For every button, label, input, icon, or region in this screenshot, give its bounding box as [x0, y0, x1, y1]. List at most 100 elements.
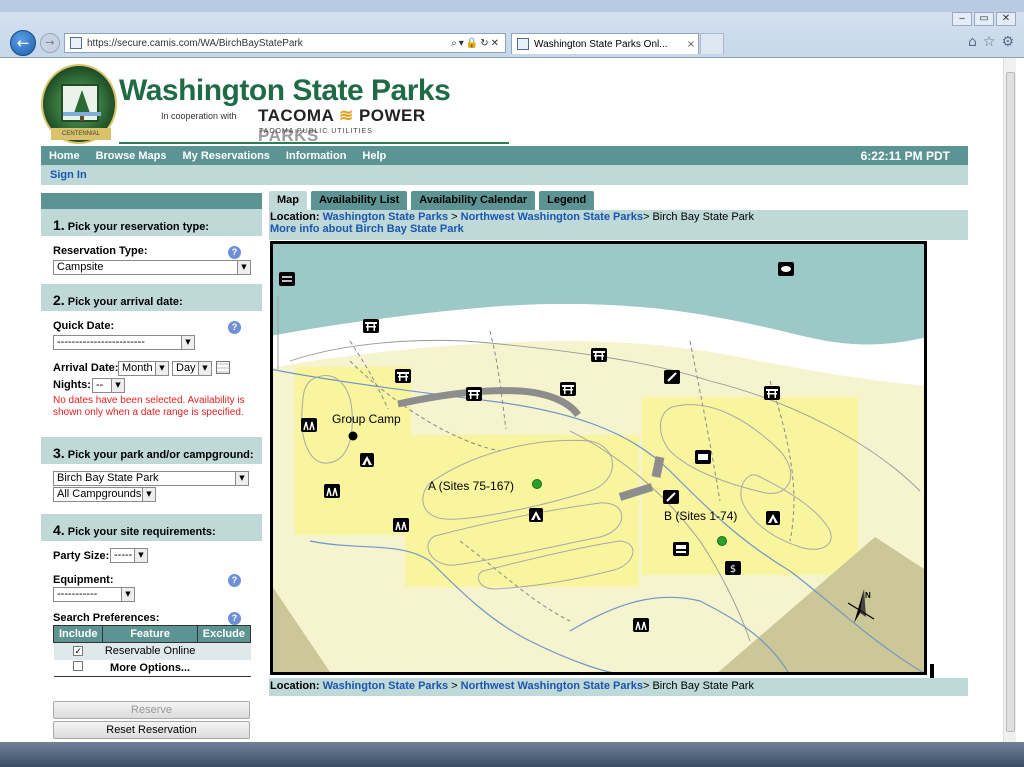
help-icon[interactable]: ? [228, 574, 241, 587]
feature-cell: Reservable Online [104, 645, 196, 658]
help-icon[interactable]: ? [228, 612, 241, 625]
quick-date-value: ------------------------ [57, 336, 145, 348]
tent-icon[interactable] [766, 511, 780, 525]
no-dates-message: No dates have been selected. Availabilit… [53, 395, 245, 418]
restroom-icon[interactable] [392, 517, 410, 533]
arrow-right-icon: → [45, 36, 55, 49]
tent-icon[interactable] [529, 508, 543, 522]
home-icon[interactable]: ⌂ [968, 34, 977, 50]
restroom-icon[interactable] [323, 483, 341, 499]
picnic-table-icon[interactable] [466, 387, 482, 401]
picnic-shelter-icon[interactable] [395, 369, 411, 383]
tab-legend[interactable]: Legend [539, 191, 595, 210]
tab-map[interactable]: Map [269, 191, 307, 210]
address-bar[interactable]: https://secure.camis.com/WA/BirchBayStat… [64, 33, 506, 53]
tent-icon[interactable] [360, 453, 374, 467]
maximize-button[interactable]: ▭ [974, 12, 994, 26]
rv-hookup-icon[interactable] [695, 450, 711, 464]
restroom-icon[interactable] [632, 617, 650, 633]
picnic-table-icon[interactable] [764, 386, 780, 400]
park-select[interactable]: Birch Bay State Park ▼ [53, 471, 249, 486]
reservation-type-select[interactable]: Campsite ▼ [53, 260, 251, 275]
more-options-link[interactable]: More Options... [103, 660, 197, 677]
restroom-icon[interactable] [300, 417, 318, 433]
trailhead-icon[interactable] [664, 370, 680, 384]
tab-close-icon[interactable]: × [684, 39, 698, 50]
quick-date-select[interactable]: ------------------------ ▼ [53, 335, 195, 350]
crumb-northwest-parks[interactable]: Northwest Washington State Parks [461, 680, 643, 692]
nav-home[interactable]: Home [41, 150, 88, 162]
chevron-down-icon: ▼ [235, 472, 248, 485]
picnic-table-icon[interactable] [591, 348, 607, 362]
calendar-icon[interactable] [216, 361, 230, 374]
nav-help[interactable]: Help [354, 150, 394, 162]
equipment-value: ----------- [57, 588, 98, 600]
quick-date-label: Quick Date: [53, 320, 115, 332]
party-size-label: Party Size: [53, 550, 110, 562]
nights-select[interactable]: -- ▼ [92, 378, 125, 393]
nights-label: Nights: [53, 379, 91, 391]
tpu-text: TACOMA PUBLIC UTILITIES [259, 128, 373, 135]
equipment-select[interactable]: ----------- ▼ [53, 587, 135, 602]
group-camp-marker[interactable] [348, 431, 358, 441]
crumb-washington-state-parks[interactable]: Washington State Parks [323, 211, 449, 223]
site-header: CENTENNIAL Washington State Parks In coo… [41, 62, 509, 146]
trailhead-icon[interactable] [663, 490, 679, 504]
scrollbar-thumb[interactable] [1006, 72, 1015, 732]
sign-in-link[interactable]: Sign In [50, 169, 87, 181]
reservation-type-value: Campsite [57, 261, 104, 273]
forward-button[interactable]: → [40, 33, 60, 53]
crumb-northwest-parks[interactable]: Northwest Washington State Parks [461, 211, 643, 223]
park-map[interactable]: Group Camp A (Sites 75-167) B (Sites 1-7… [269, 241, 928, 676]
address-tools[interactable]: ⌕▾🔒↻✕ [451, 38, 505, 49]
help-icon[interactable]: ? [228, 246, 241, 259]
nav-my-reservations[interactable]: My Reservations [174, 150, 277, 162]
map-resize-handle[interactable] [930, 664, 934, 678]
loop-b-marker[interactable] [717, 536, 727, 546]
help-icon[interactable]: ? [228, 321, 241, 334]
more-options-cell [54, 660, 103, 677]
page-viewport: CENTENNIAL Washington State Parks In coo… [12, 58, 1002, 742]
dump-station-icon[interactable] [673, 542, 689, 556]
vertical-scrollbar[interactable] [1003, 58, 1016, 742]
park-map-svg[interactable]: Group Camp A (Sites 75-167) B (Sites 1-7… [269, 241, 928, 676]
favorites-star-icon[interactable]: ☆ [983, 34, 996, 50]
group-camp-label: Group Camp [332, 412, 401, 426]
chevron-down-icon: ▼ [121, 588, 134, 601]
crumb-washington-state-parks[interactable]: Washington State Parks [323, 680, 449, 692]
close-window-button[interactable]: ✕ [996, 12, 1016, 26]
picnic-shelter-icon[interactable] [560, 382, 576, 396]
step3-heading: 3. Pick your park and/or campground: [41, 437, 262, 464]
arrival-month-select[interactable]: Month ▼ [118, 361, 169, 376]
loop-a-marker[interactable] [532, 479, 542, 489]
new-tab-button[interactable] [700, 33, 724, 54]
settings-gear-icon[interactable]: ⚙ [1001, 34, 1014, 50]
nav-browse-maps[interactable]: Browse Maps [88, 150, 175, 162]
picnic-table-icon[interactable] [363, 319, 379, 333]
more-info-link[interactable]: More info about Birch Bay State Park [270, 223, 968, 235]
step3-title: Pick your park and/or campground: [67, 449, 254, 461]
include-checkbox[interactable]: ✓ [73, 646, 84, 657]
header-divider [119, 142, 509, 144]
tab-availability-calendar[interactable]: Availability Calendar [411, 191, 536, 210]
minimize-button[interactable]: ‒ [952, 12, 972, 26]
browser-tab[interactable]: Washington State Parks Onl... × [511, 33, 699, 54]
parks-logo-badge[interactable]: CENTENNIAL [41, 64, 117, 144]
party-size-select[interactable]: ----- ▼ [110, 548, 148, 563]
more-options-checkbox[interactable] [73, 661, 84, 672]
chevron-down-icon: ▼ [142, 488, 155, 501]
reserve-button[interactable]: Reserve [53, 701, 250, 719]
back-button[interactable]: ← [10, 30, 36, 56]
nav-information[interactable]: Information [278, 150, 355, 162]
panel-cap [41, 193, 262, 209]
campground-select[interactable]: All Campgrounds ▼ [53, 487, 156, 502]
url-text[interactable]: https://secure.camis.com/WA/BirchBayStat… [87, 38, 451, 49]
arrival-day-select[interactable]: Day ▼ [172, 361, 212, 376]
boat-launch-icon[interactable] [279, 272, 295, 286]
reset-reservation-button[interactable]: Reset Reservation [53, 721, 250, 739]
power-word: POWER [358, 106, 426, 125]
tab-availability-list[interactable]: Availability List [311, 191, 408, 210]
loop-b-label: B (Sites 1-74) [664, 509, 737, 523]
fishing-icon[interactable] [778, 262, 794, 276]
fee-station-icon[interactable]: $ [725, 561, 741, 575]
